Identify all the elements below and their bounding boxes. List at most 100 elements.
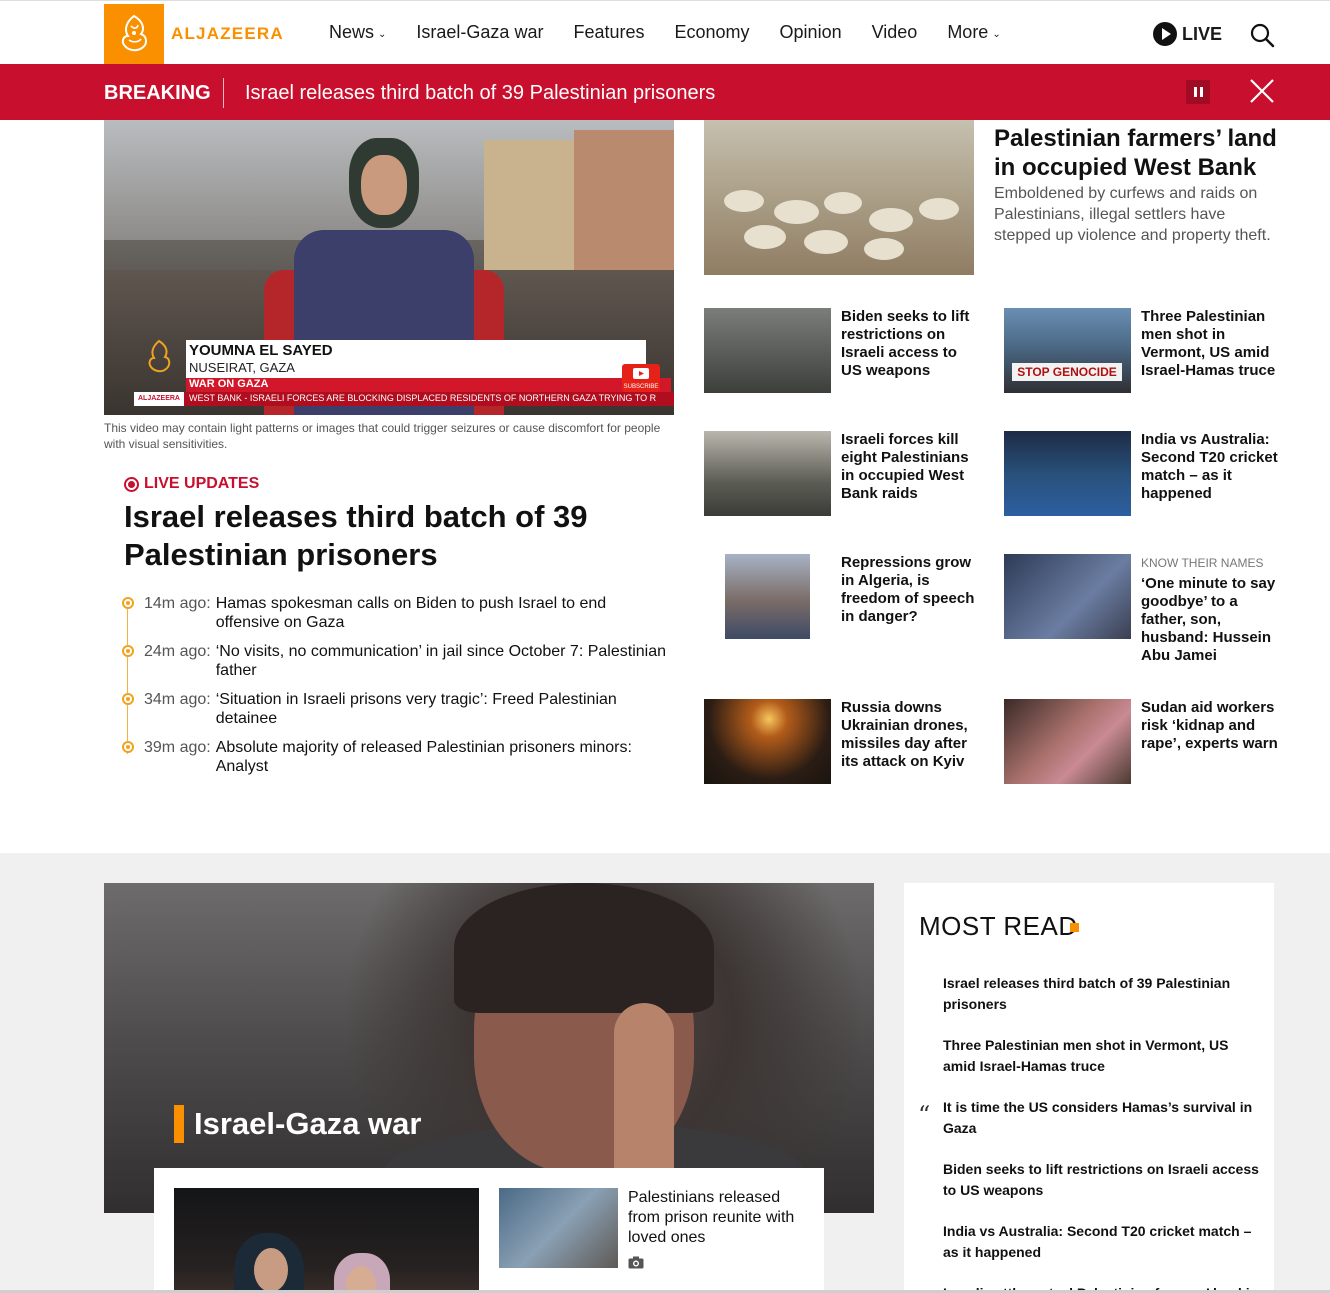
timeline-bullet-icon (122, 597, 134, 609)
live-label: LIVE (1182, 23, 1223, 44)
live-updates-text: LIVE UPDATES (144, 475, 260, 492)
subscribe-button[interactable]: SUBSCRIBE (622, 364, 660, 392)
story-title[interactable]: Three Palestinian men shot in Vermont, U… (1141, 308, 1281, 380)
nav-item-features[interactable]: Features (573, 22, 644, 43)
most-read-item[interactable]: It is time the US considers Hamas’s surv… (943, 1097, 1263, 1139)
story-thumbnail (704, 699, 831, 784)
most-read-item[interactable]: Israel releases third batch of 39 Palest… (943, 973, 1263, 1015)
hero-image[interactable] (104, 883, 874, 1213)
logo-wordmark[interactable]: ALJAZEERA (171, 24, 284, 44)
update-title[interactable]: Hamas spokesman calls on Biden to push I… (216, 594, 670, 632)
nav-label: More (947, 22, 989, 42)
story-title[interactable]: ‘One minute to say goodbye’ to a father,… (1141, 575, 1275, 664)
live-update-item[interactable]: 14m ago: Hamas spokesman calls on Biden … (120, 594, 670, 632)
section-story-panel: Palestinians released from prison reunit… (154, 1168, 824, 1293)
story-card[interactable]: STOP GENOCIDE Three Palestinian men shot… (1004, 308, 1284, 398)
reporter-name: YOUMNA EL SAYED (189, 342, 333, 359)
nav-item-video[interactable]: Video (872, 22, 918, 43)
close-button[interactable] (1249, 78, 1275, 104)
story-thumbnail (704, 431, 831, 516)
story-title[interactable]: Biden seeks to lift restrictions on Isra… (841, 308, 981, 380)
update-time: 34m ago: (144, 691, 211, 708)
close-icon (1250, 79, 1274, 103)
video-strap: WAR ON GAZA (186, 378, 671, 392)
story-card[interactable]: Repressions grow in Algeria, is freedom … (704, 554, 984, 644)
most-read-item[interactable]: Biden seeks to lift restrictions on Isra… (943, 1159, 1263, 1201)
pause-button[interactable] (1186, 80, 1210, 104)
live-video-player[interactable]: YOUMNA EL SAYED NUSEIRAT, GAZA WAR ON GA… (104, 120, 674, 415)
story-thumbnail (704, 308, 831, 393)
story-title[interactable]: Palestinians released from prison reunit… (628, 1188, 808, 1248)
update-title[interactable]: Absolute majority of released Palestinia… (216, 738, 670, 776)
nav-item-more[interactable]: More ⌄ (947, 22, 1000, 43)
story-title[interactable]: Repressions grow in Algeria, is freedom … (841, 554, 981, 626)
sheep-shape (804, 230, 848, 254)
most-read-item[interactable]: Three Palestinian men shot in Vermont, U… (943, 1035, 1263, 1077)
update-time: 39m ago: (144, 739, 211, 756)
feature-image[interactable] (704, 120, 974, 275)
hero-hair (454, 883, 714, 1013)
live-updates-label[interactable]: LIVE UPDATES (124, 475, 259, 493)
nav-label: News (329, 22, 375, 42)
story-card[interactable]: Israeli forces kill eight Palestinians i… (704, 431, 984, 521)
nav-item-economy[interactable]: Economy (675, 22, 750, 43)
aljazeera-logo[interactable] (104, 4, 164, 64)
story-text[interactable]: KNOW THEIR NAMES ‘One minute to say good… (1141, 554, 1281, 665)
video-ticker: ALJAZEERA WEST BANK - ISRAELI FORCES ARE… (134, 392, 674, 406)
story-title[interactable]: Sudan aid workers risk ‘kidnap and rape’… (1141, 699, 1281, 753)
story-card[interactable]: India vs Australia: Second T20 cricket m… (1004, 431, 1284, 521)
breaking-divider (223, 78, 224, 108)
story-card[interactable]: KNOW THEIR NAMES ‘One minute to say good… (1004, 554, 1284, 664)
update-title[interactable]: ‘No visits, no communication’ in jail si… (216, 642, 670, 680)
story-title[interactable]: Russia downs Ukrainian drones, missiles … (841, 699, 981, 771)
chevron-down-icon: ⌄ (992, 29, 1001, 40)
update-time: 14m ago: (144, 595, 211, 612)
live-dot-icon (124, 476, 139, 492)
nav-label: Opinion (779, 22, 842, 42)
story-title[interactable]: India vs Australia: Second T20 cricket m… (1141, 431, 1281, 503)
camera-icon (628, 1256, 644, 1269)
story-thumbnail[interactable] (499, 1188, 618, 1268)
nav-item-news[interactable]: News ⌄ (329, 22, 386, 43)
section-title-text: Israel-Gaza war (194, 1106, 422, 1141)
feature-title[interactable]: Palestinian farmers’ land in occupied We… (994, 124, 1284, 182)
search-icon (1250, 23, 1275, 48)
ticker-text: WEST BANK - ISRAELI FORCES ARE BLOCKING … (189, 393, 657, 403)
sheep-shape (869, 208, 913, 232)
breaking-headline[interactable]: Israel releases third batch of 39 Palest… (245, 82, 715, 105)
search-button[interactable] (1249, 22, 1275, 48)
story-title[interactable]: Israeli forces kill eight Palestinians i… (841, 431, 981, 503)
most-read-item[interactable]: India vs Australia: Second T20 cricket m… (943, 1221, 1263, 1263)
update-title[interactable]: ‘Situation in Israeli prisons very tragi… (216, 690, 670, 728)
aljazeera-watermark-icon (148, 339, 171, 373)
nav-item-opinion[interactable]: Opinion (780, 22, 842, 43)
protest-sign: STOP GENOCIDE (1012, 363, 1122, 381)
section-title[interactable]: Israel-Gaza war (174, 1105, 421, 1143)
nav-item-israel-gaza-war[interactable]: Israel-Gaza war (416, 22, 543, 43)
most-read-panel: MOST READ Israel releases third batch of… (904, 883, 1274, 1293)
live-update-item[interactable]: 34m ago: ‘Situation in Israeli prisons v… (120, 690, 670, 728)
most-read-title: MOST READ (919, 911, 1078, 941)
live-update-item[interactable]: 39m ago: Absolute majority of released P… (120, 738, 670, 776)
story-thumbnail[interactable] (174, 1188, 479, 1293)
story-card[interactable]: Sudan aid workers risk ‘kidnap and rape’… (1004, 699, 1284, 789)
play-icon (1153, 22, 1177, 46)
video-warning-note: This video may contain light patterns or… (104, 421, 661, 451)
live-updates-list: 14m ago: Hamas spokesman calls on Biden … (120, 594, 670, 786)
aljazeera-logo-icon (121, 14, 147, 52)
reporter-face (361, 155, 407, 215)
timeline-bullet-icon (122, 741, 134, 753)
main-headline[interactable]: Israel releases third batch of 39 Palest… (124, 498, 664, 574)
story-card[interactable]: Russia downs Ukrainian drones, missiles … (704, 699, 984, 789)
pause-icon-bar (1199, 87, 1203, 97)
sheep-shape (774, 200, 819, 224)
person-face (254, 1248, 288, 1292)
youtube-play-icon (633, 368, 649, 379)
story-card[interactable]: Biden seeks to lift restrictions on Isra… (704, 308, 984, 398)
site-header: ALJAZEERA News ⌄ Israel-Gaza war Features… (0, 4, 1330, 64)
main-nav: News ⌄ Israel-Gaza war Features Economy O… (329, 22, 1031, 43)
story-kicker: KNOW THEIR NAMES (1141, 556, 1264, 570)
live-button[interactable]: LIVE (1153, 22, 1222, 46)
story-thumbnail (725, 554, 810, 639)
live-update-item[interactable]: 24m ago: ‘No visits, no communication’ i… (120, 642, 670, 680)
